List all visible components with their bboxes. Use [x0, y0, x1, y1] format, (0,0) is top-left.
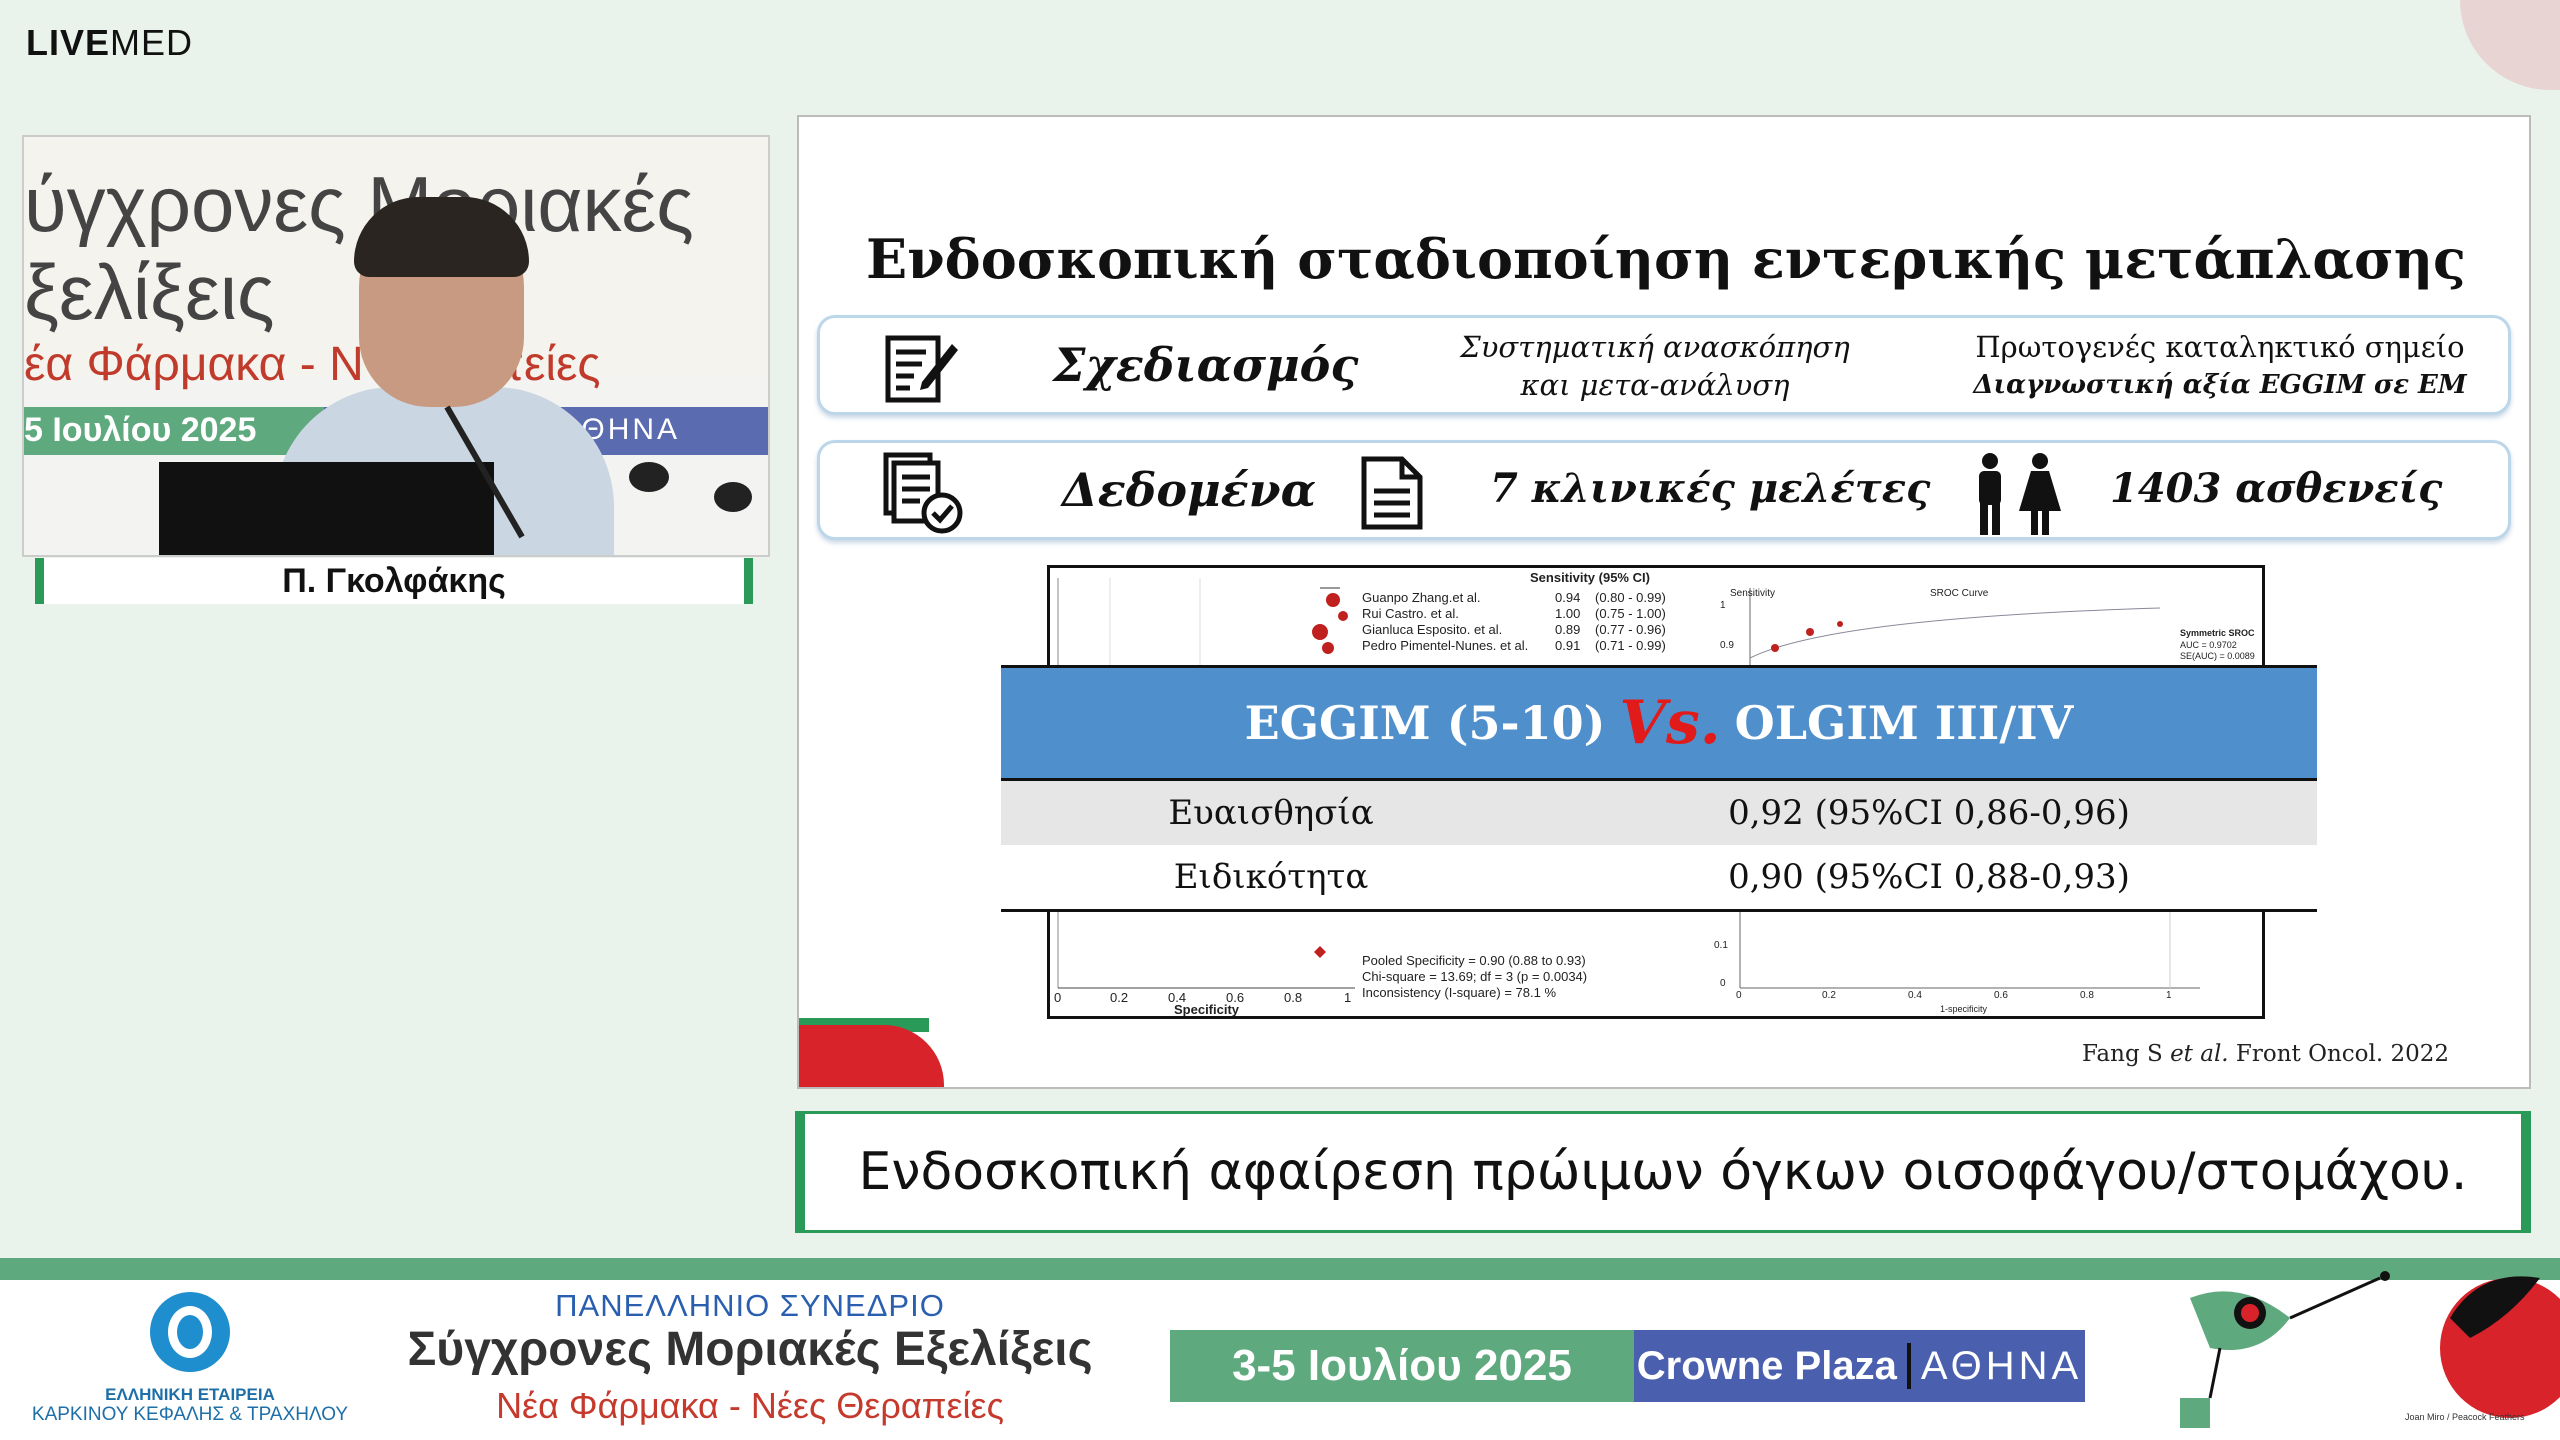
decorative-corner — [2460, 0, 2560, 90]
date-venue-bar: 3-5 Ιουλίου 2025 Crowne Plaza ΑΘΗΝΑ — [1170, 1330, 2085, 1402]
pooled-specificity: Pooled Specificity = 0.90 (0.88 to 0.93) — [1362, 953, 1586, 968]
citation: Fang S et al. Front Oncol. 2022 — [2082, 1041, 2449, 1067]
x-tick: 0.8 — [1284, 990, 1303, 1005]
data-row: Δεδομένα 7 κλινικές μελέτες 1403 ασθενεί… — [817, 440, 2511, 540]
sroc-legend: SE(AUC) = 0.0089 — [2180, 651, 2255, 661]
slide-decor-red — [799, 1025, 944, 1087]
checklist-icon — [883, 452, 963, 534]
conference-date: 3-5 Ιουλίου 2025 — [1170, 1330, 1634, 1402]
design-type-line2: και μετα-ανάλυση — [1520, 368, 1790, 402]
specificity-value: 0,90 (95%CI 0,88-0,93) — [1728, 857, 2130, 897]
sroc-ytick: 1 — [1720, 600, 1726, 611]
sroc-xtick: 0.2 — [1822, 990, 1836, 1001]
sroc-ytick: 0 — [1720, 978, 1726, 989]
sroc-title: SROC Curve — [1930, 588, 1989, 599]
design-row: Σχεδιασμός Συστηματική ανασκόπηση και με… — [817, 315, 2511, 415]
conference-subtitle: Νέα Φάρμακα - Νέες Θεραπείες — [496, 1385, 1004, 1426]
inconsistency: Inconsistency (I-square) = 78.1 % — [1362, 985, 1557, 1000]
sroc-ylabel: Sensitivity — [1730, 588, 1776, 599]
forest-header: Sensitivity (95% CI) — [1530, 570, 1650, 585]
sroc-ytick: 0.1 — [1714, 940, 1728, 951]
brand-live: LIVE — [26, 22, 111, 63]
conference-name: Σύγχρονες Μοριακές Εξελίξεις — [407, 1323, 1093, 1376]
sroc-legend: Symmetric SROC — [2180, 628, 2255, 638]
x-tick: 0 — [1054, 990, 1062, 1005]
design-type-line1: Συστηματική ανασκόπηση — [1460, 330, 1850, 364]
brand-med: MED — [110, 22, 194, 63]
venue-name: Crowne Plaza — [1636, 1343, 1897, 1388]
table-row: Ευαισθησία 0,92 (95%CI 0,86-0,96) — [1001, 781, 2317, 845]
forest-ci: (0.71 - 0.99) — [1595, 638, 1666, 653]
forest-est: 0.94 — [1555, 590, 1581, 605]
decor-dot — [714, 482, 752, 512]
forest-study: Guanpo Zhang.et al. — [1362, 590, 1481, 605]
conference-type: ΠΑΝΕΛΛΗΝΙΟ ΣΥΝΕΔΡΙΟ — [555, 1288, 945, 1323]
society-name-2: ΚΑΡΚΙΝΟΥ ΚΕΦΑΛΗΣ & ΤΡΑΧΗΛΟΥ — [31, 1404, 349, 1425]
presentation-slide: Ενδοσκοπική σταδιοποίηση εντερικής μετάπ… — [797, 115, 2531, 1089]
banner-top-stripe — [0, 1258, 2560, 1280]
citation-journal: Front Oncol. 2022 — [2228, 1041, 2449, 1067]
livemed-logo: LIVEMED — [26, 22, 193, 64]
table-row: Ειδικότητα 0,90 (95%CI 0,88-0,93) — [1001, 845, 2317, 912]
forest-study: Rui Castro. et al. — [1362, 606, 1459, 621]
speaker-name: Π. Γκολφάκης — [35, 558, 753, 604]
sensitivity-label: Ευαισθησία — [1168, 793, 1374, 833]
forest-est: 0.91 — [1555, 638, 1581, 653]
patients-count: 1403 ασθενείς — [2110, 465, 2443, 512]
x-axis-label: Specificity — [1174, 1002, 1240, 1017]
sroc-xtick: 0 — [1736, 990, 1742, 1001]
laptop — [159, 462, 494, 555]
citation-etal: et al. — [2170, 1041, 2229, 1067]
slide-title: Ενδοσκοπική σταδιοποίηση εντερικής μετάπ… — [866, 227, 2466, 291]
forest-ci: (0.75 - 1.00) — [1595, 606, 1666, 621]
sroc-xtick: 1 — [2166, 990, 2172, 1001]
design-label: Σχεδιασμός — [1053, 338, 1359, 392]
table-header: EGGIM (5-10) Vs. OLGIM III/IV — [1001, 665, 2317, 781]
x-tick: 0.2 — [1110, 990, 1129, 1005]
studies-count: 7 κλινικές μελέτες — [1490, 465, 1931, 512]
conference-venue: Crowne Plaza ΑΘΗΝΑ — [1634, 1330, 2085, 1402]
decor-dot — [629, 462, 669, 492]
document-icon — [1361, 456, 1423, 530]
sroc-xlabel: 1-specificity — [1940, 1004, 1988, 1014]
society-name-1: ΕΛΛΗΝΙΚΗ ΕΤΑΙΡΕΙΑ — [105, 1385, 275, 1404]
sroc-xtick: 0.4 — [1908, 990, 1922, 1001]
endpoint-line1: Πρωτογενές καταληκτικό σημείο — [1975, 330, 2465, 364]
citation-author: Fang S — [2082, 1041, 2171, 1067]
sensitivity-value: 0,92 (95%CI 0,86-0,96) — [1728, 793, 2130, 833]
speaker-hair — [354, 197, 529, 277]
comparison-table: EGGIM (5-10) Vs. OLGIM III/IV Ευαισθησία… — [1001, 665, 2317, 912]
specificity-label: Ειδικότητα — [1173, 857, 1369, 897]
artwork-caption: Joan Miro / Peacock Feathers — [2405, 1412, 2525, 1422]
endpoint-line2: Διαγνωστική αξία EGGIM σε ΕΜ — [1973, 370, 2467, 400]
forest-ci: (0.77 - 0.96) — [1595, 622, 1666, 637]
forest-study: Gianluca Esposito. et al. — [1362, 622, 1503, 637]
forest-ci: (0.80 - 0.99) — [1595, 590, 1666, 605]
forest-est: 0.89 — [1555, 622, 1581, 637]
sroc-xtick: 0.6 — [1994, 990, 2008, 1001]
sroc-legend: AUC = 0.9702 — [2180, 640, 2237, 650]
society-logo-ring — [168, 1306, 212, 1358]
sroc-xtick: 0.8 — [2080, 990, 2094, 1001]
backdrop-text-2: ξελίξεις — [24, 248, 275, 336]
x-tick: 1 — [1344, 990, 1352, 1005]
speaker-video: ύγχρονες Μοριακές ξελίξεις έα Φάρμακα - … — [22, 135, 770, 557]
people-icon — [1979, 453, 2061, 535]
design-type: Συστηματική ανασκόπηση και μετα-ανάλυση — [1440, 328, 1870, 404]
design-endpoint: Πρωτογενές καταληκτικό σημείο Διαγνωστικ… — [1950, 328, 2490, 404]
venue-city: ΑΘΗΝΑ — [1920, 1343, 2083, 1388]
lecture-subtitle: Ενδοσκοπική αφαίρεση πρώιμων όγκων οισοφ… — [795, 1111, 2531, 1233]
header-olgim: OLGIM III/IV — [1734, 696, 2074, 750]
sroc-ytick: 0.9 — [1720, 640, 1734, 651]
chi-square: Chi-square = 13.69; df = 3 (p = 0.0034) — [1362, 969, 1588, 984]
header-eggim: EGGIM (5-10) — [1244, 696, 1606, 750]
document-edit-icon — [885, 335, 958, 403]
header-vs: Vs. — [1619, 688, 1721, 758]
forest-est: 1.00 — [1555, 606, 1581, 621]
backdrop-date: 5 Ιουλίου 2025 — [24, 411, 257, 449]
data-label: Δεδομένα — [1062, 463, 1316, 517]
forest-study: Pedro Pimentel-Nunes. et al. — [1362, 638, 1529, 653]
